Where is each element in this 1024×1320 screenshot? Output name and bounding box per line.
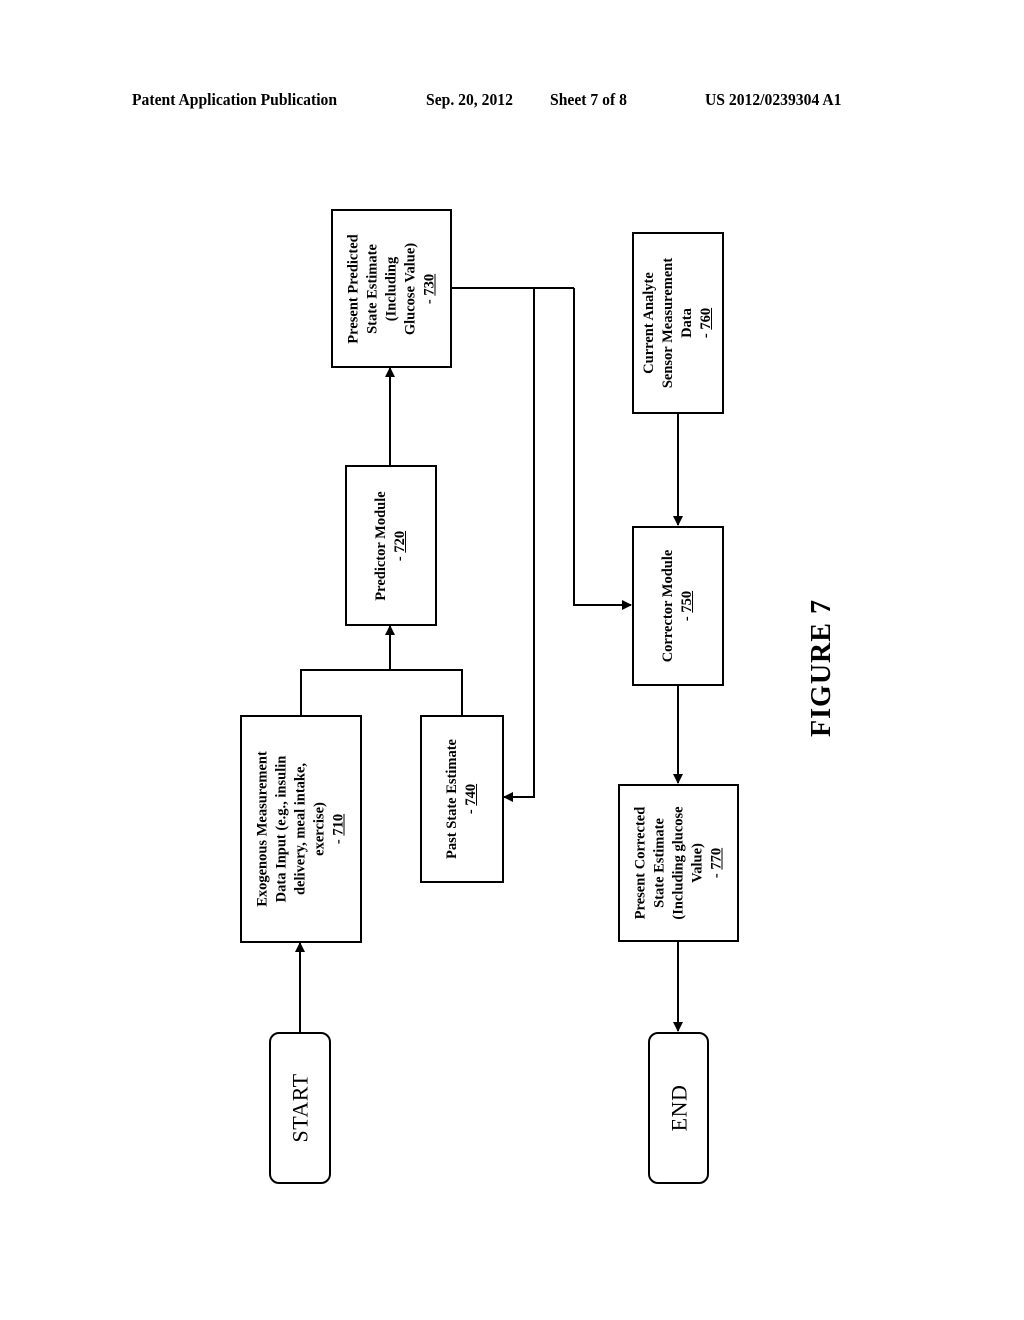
ref-number: 770: [708, 847, 724, 870]
flow-connectors: [295, 287, 683, 1032]
node-710-label: Exogenous Measurement Data Input (e.g., …: [254, 751, 347, 907]
ref-number: 750: [679, 590, 695, 613]
end-label: END: [666, 1084, 691, 1132]
ref-number: 740: [463, 783, 479, 806]
node-750-corrector-module: Corrector Module - 750: [632, 526, 724, 686]
ref-number: 760: [698, 307, 714, 330]
node-720-predictor-module: Predictor Module - 720: [345, 465, 437, 626]
node-770-label: Present Corrected State Estimate (Includ…: [632, 806, 724, 920]
ref-number: 720: [392, 530, 408, 553]
node-710-exogenous-measurement-input: Exogenous Measurement Data Input (e.g., …: [240, 715, 362, 943]
ref-number: 710: [330, 813, 347, 836]
start-label: START: [287, 1073, 313, 1143]
figure-label: FIGURE 7: [806, 599, 837, 737]
ref-number: 730: [421, 273, 437, 296]
edge-730-750: [573, 288, 632, 610]
edge-710-merge: [300, 669, 463, 715]
node-770-present-corrected-state: Present Corrected State Estimate (Includ…: [618, 784, 739, 942]
edge-730-740: [503, 288, 535, 802]
node-760-label: Current Analyte Sensor Measurement Data …: [641, 257, 714, 389]
node-740-past-state-estimate: Past State Estimate - 740: [420, 715, 504, 883]
node-730-present-predicted-state: Present Predicted State Estimate (Includ…: [331, 209, 452, 368]
node-start: START: [269, 1032, 331, 1184]
node-end: END: [648, 1032, 709, 1184]
node-760-current-analyte-sensor-data: Current Analyte Sensor Measurement Data …: [632, 232, 724, 414]
node-720-label: Predictor Module - 720: [373, 490, 408, 601]
node-750-label: Corrector Module - 750: [660, 549, 695, 663]
node-730-label: Present Predicted State Estimate (Includ…: [345, 233, 437, 344]
node-740-label: Past State Estimate - 740: [444, 738, 479, 860]
